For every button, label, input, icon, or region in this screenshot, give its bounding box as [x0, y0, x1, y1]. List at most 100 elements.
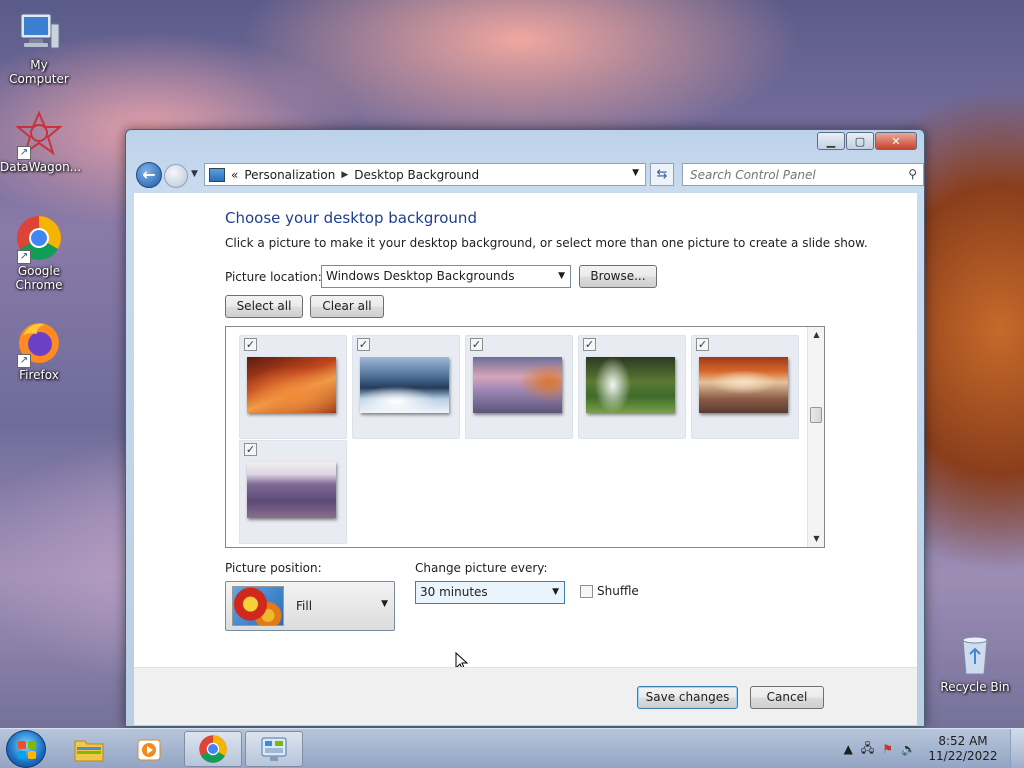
picture-tile-red-canyon[interactable]: ✓	[239, 335, 347, 439]
picture-tile-lavender-field[interactable]: ✓	[239, 440, 347, 544]
breadcrumb-separator-icon[interactable]: ▶	[341, 170, 348, 180]
picture-checkbox[interactable]: ✓	[696, 338, 709, 351]
picture-position-select[interactable]: Fill ▼	[225, 581, 395, 631]
clock-date: 11/22/2022	[928, 749, 998, 763]
taskbar-control-panel[interactable]	[245, 731, 303, 767]
picture-checkbox[interactable]: ✓	[357, 338, 370, 351]
chrome-icon	[199, 735, 227, 763]
taskbar-explorer[interactable]	[60, 731, 118, 767]
desktop-icon-label: Google Chrome	[15, 264, 63, 292]
page-title: Choose your desktop background	[225, 209, 477, 227]
picture-checkbox[interactable]: ✓	[244, 443, 257, 456]
scrollbar-thumb[interactable]	[810, 407, 822, 423]
breadcrumb-desktop-background[interactable]: Desktop Background	[354, 168, 479, 182]
taskbar-media-player[interactable]	[120, 731, 178, 767]
cancel-button[interactable]: Cancel	[750, 686, 824, 709]
search-icon[interactable]: ⚲	[908, 167, 917, 181]
desktop-icon-label: Recycle Bin	[940, 680, 1010, 694]
picture-tile-waterfall[interactable]: ✓	[578, 335, 686, 439]
refresh-icon: ⇆	[656, 167, 668, 182]
close-button[interactable]: ✕	[875, 132, 917, 150]
dialog-footer: Save changes Cancel	[134, 667, 917, 725]
picture-location-select[interactable]: Windows Desktop Backgrounds ▼	[321, 265, 571, 288]
glacier-lake-thumbnail	[360, 357, 449, 413]
desktop-icon-label: DataWagon...	[0, 160, 82, 174]
datawagon-icon: ↗	[15, 110, 63, 160]
gallery-scrollbar[interactable]: ▲ ▼	[807, 327, 824, 547]
desktop-icon-chrome[interactable]: ↗ Google Chrome	[0, 214, 78, 292]
volume-icon[interactable]: 🔈	[901, 742, 916, 756]
picture-tile-rock-arch[interactable]: ✓	[691, 335, 799, 439]
change-picture-label: Change picture every:	[415, 561, 548, 575]
chevron-down-icon: ▼	[552, 587, 559, 597]
desktop-icon-label: My Computer	[9, 58, 69, 86]
media-player-icon	[137, 739, 161, 761]
maximize-icon: ▢	[854, 134, 866, 148]
desktop-icon-datawagon[interactable]: ↗ DataWagon...	[0, 110, 82, 174]
clear-all-button[interactable]: Clear all	[310, 295, 384, 318]
forward-button[interactable]	[164, 164, 188, 188]
recycle-bin-icon	[951, 630, 999, 678]
taskbar-clock[interactable]: 8:52 AM 11/22/2022	[924, 734, 1002, 764]
computer-icon	[15, 8, 63, 56]
taskbar: ▲ 🖧 ⚑ 🔈 8:52 AM 11/22/2022	[0, 728, 1024, 768]
shortcut-arrow-icon: ↗	[17, 354, 31, 368]
picture-gallery: ✓ ✓ ✓ ✓ ✓ ✓ ▲ ▼	[225, 326, 825, 548]
flower-preview-icon	[232, 586, 284, 626]
change-picture-interval-select[interactable]: 30 minutes ▼	[415, 581, 565, 604]
back-arrow-icon: ←	[142, 165, 156, 184]
rock-arch-thumbnail	[699, 357, 788, 413]
back-button[interactable]: ←	[136, 162, 162, 188]
search-box[interactable]: ⚲	[682, 163, 924, 186]
picture-tile-rocky-coast[interactable]: ✓	[465, 335, 573, 439]
breadcrumb-personalization[interactable]: Personalization	[244, 168, 335, 182]
control-panel-icon	[261, 737, 287, 761]
chevron-down-icon: ▼	[381, 599, 388, 609]
refresh-button[interactable]: ⇆	[650, 163, 674, 186]
picture-tile-glacier-lake[interactable]: ✓	[352, 335, 460, 439]
chevron-down-icon: ▼	[191, 169, 198, 179]
action-center-flag-icon[interactable]: ⚑	[882, 742, 893, 756]
maximize-button[interactable]: ▢	[846, 132, 874, 150]
desktop-icon-my-computer[interactable]: My Computer	[0, 8, 78, 86]
lavender-field-thumbnail	[247, 462, 336, 518]
address-bar[interactable]: « Personalization ▶ Desktop Background ▼	[204, 163, 646, 186]
select-all-button[interactable]: Select all	[225, 295, 303, 318]
start-button[interactable]	[6, 730, 46, 768]
browse-button[interactable]: Browse...	[579, 265, 657, 288]
recent-pages-dropdown[interactable]: ▼	[191, 169, 198, 179]
shuffle-label: Shuffle	[597, 584, 639, 598]
window-controls: ▁ ▢ ✕	[817, 132, 917, 150]
change-picture-interval-value: 30 minutes	[420, 585, 488, 599]
red-canyon-thumbnail	[247, 357, 336, 413]
minimize-button[interactable]: ▁	[817, 132, 845, 150]
scroll-up-icon[interactable]: ▲	[808, 327, 825, 343]
desktop-icon-recycle-bin[interactable]: Recycle Bin	[936, 630, 1014, 694]
shuffle-option[interactable]: Shuffle	[580, 584, 639, 598]
picture-checkbox[interactable]: ✓	[244, 338, 257, 351]
show-desktop-button[interactable]	[1010, 729, 1024, 768]
firefox-icon: ↗	[15, 318, 63, 368]
picture-location-value: Windows Desktop Backgrounds	[326, 269, 515, 283]
minimize-icon: ▁	[826, 134, 836, 148]
page-description: Click a picture to make it your desktop …	[225, 236, 868, 250]
clock-time: 8:52 AM	[938, 734, 988, 748]
shuffle-checkbox[interactable]	[580, 584, 593, 598]
network-icon[interactable]: 🖧	[861, 739, 874, 760]
search-input[interactable]	[690, 167, 890, 182]
folder-icon	[74, 740, 104, 762]
save-changes-button[interactable]: Save changes	[637, 686, 738, 709]
taskbar-chrome[interactable]	[184, 731, 242, 767]
desktop-icon-firefox[interactable]: ↗ Firefox	[0, 318, 78, 382]
chrome-icon: ↗	[15, 214, 63, 264]
picture-checkbox[interactable]: ✓	[583, 338, 596, 351]
picture-checkbox[interactable]: ✓	[470, 338, 483, 351]
breadcrumb-overflow-icon[interactable]: «	[231, 168, 238, 182]
scroll-down-icon[interactable]: ▼	[808, 531, 825, 547]
show-hidden-icons-icon[interactable]: ▲	[844, 742, 853, 756]
shortcut-arrow-icon: ↗	[17, 146, 31, 160]
picture-position-label: Picture position:	[225, 561, 322, 575]
address-dropdown-icon[interactable]: ▼	[632, 168, 639, 178]
chevron-down-icon: ▼	[558, 271, 565, 281]
waterfall-thumbnail	[586, 357, 675, 413]
